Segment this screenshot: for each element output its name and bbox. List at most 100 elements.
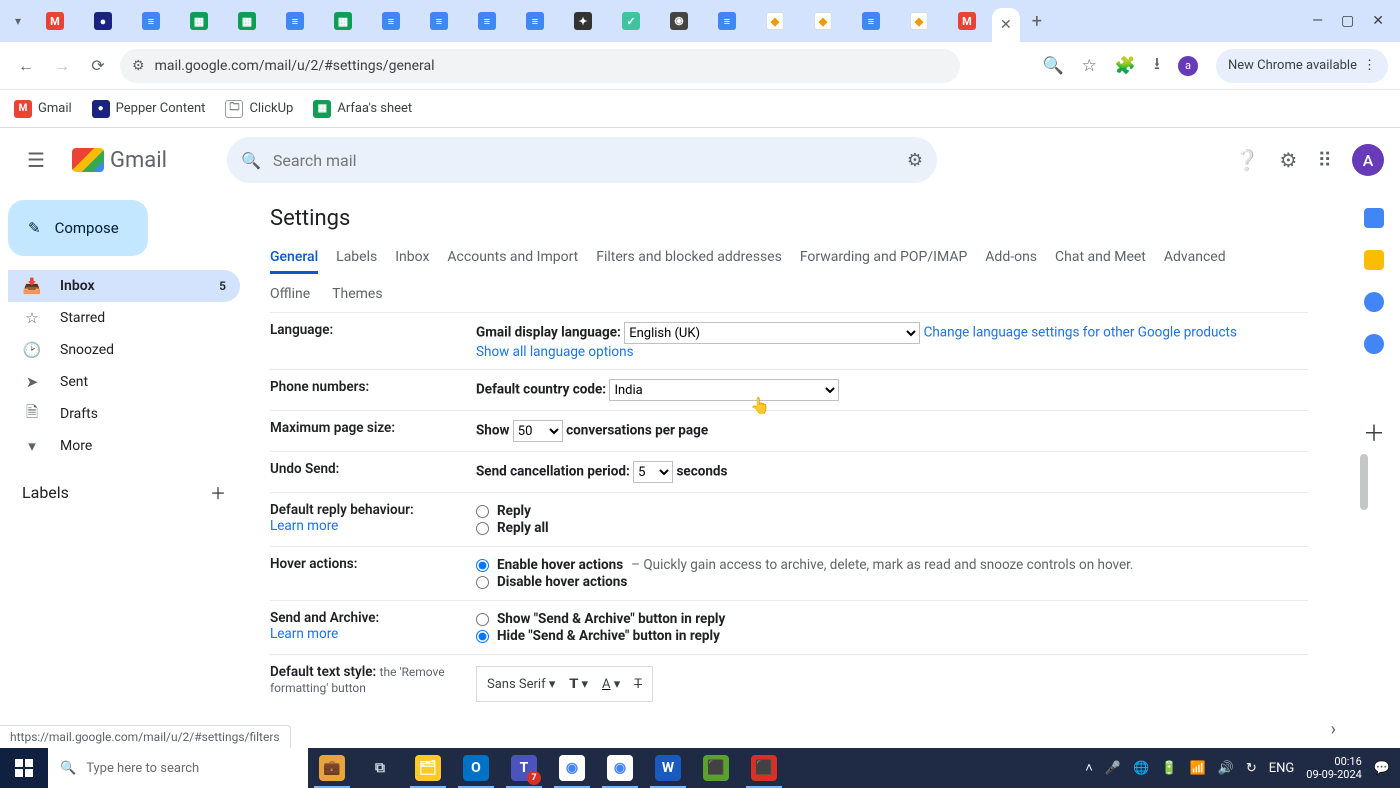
- tab-favicon-sheets[interactable]: ▦: [238, 12, 256, 30]
- account-avatar[interactable]: A: [1352, 144, 1384, 176]
- zoom-icon[interactable]: 🔍: [1042, 56, 1063, 76]
- sidebar-item-starred[interactable]: ☆Starred: [8, 302, 240, 334]
- language-select[interactable]: English (UK): [624, 322, 920, 344]
- scrollbar-thumb[interactable]: [1360, 454, 1368, 510]
- font-color-dropdown[interactable]: A ▾: [602, 677, 620, 692]
- reload-button[interactable]: ⟳: [84, 56, 112, 75]
- taskbar-search[interactable]: 🔍 Type here to search: [48, 748, 308, 788]
- font-size-dropdown[interactable]: 𝗧 ▾: [569, 677, 588, 692]
- bookmark-star-icon[interactable]: ☆: [1082, 56, 1097, 76]
- reply-all-radio[interactable]: [476, 522, 489, 535]
- maximize-button[interactable]: ▢: [1341, 13, 1354, 29]
- tab-favicon[interactable]: ◆: [766, 12, 784, 30]
- sidebar-item-drafts[interactable]: 🗎Drafts: [8, 398, 240, 430]
- tab-advanced[interactable]: Advanced: [1164, 243, 1226, 274]
- address-bar[interactable]: ⚙ mail.google.com/mail/u/2/#settings/gen…: [120, 49, 960, 83]
- language-indicator[interactable]: ENG: [1269, 761, 1295, 776]
- tab-accounts-and-import[interactable]: Accounts and Import: [447, 243, 578, 274]
- battery-icon[interactable]: 🔋: [1161, 761, 1177, 776]
- hide-send-archive-radio[interactable]: [476, 630, 489, 643]
- support-icon[interactable]: ❔: [1235, 148, 1260, 172]
- taskbar-app-chrome-2[interactable]: ◉: [596, 748, 644, 788]
- forward-button[interactable]: →: [48, 56, 76, 76]
- calendar-icon[interactable]: [1364, 208, 1384, 228]
- globe-icon[interactable]: 🌐: [1133, 761, 1149, 776]
- undo-select[interactable]: 5: [633, 461, 673, 483]
- notifications-icon[interactable]: 💬: [1374, 761, 1390, 776]
- tab-favicon-docs[interactable]: ≡: [526, 12, 544, 30]
- tab-filters-and-blocked-addresses[interactable]: Filters and blocked addresses: [596, 243, 782, 274]
- sidepanel-collapse-icon[interactable]: ›: [1331, 719, 1336, 740]
- site-info-icon[interactable]: ⚙: [132, 58, 145, 74]
- search-bar[interactable]: 🔍 ⚙: [227, 137, 937, 183]
- tab-favicon-gmail[interactable]: M: [46, 12, 64, 30]
- tab-favicon[interactable]: ◆: [910, 12, 928, 30]
- sidebar-item-more[interactable]: ▾More: [8, 430, 240, 462]
- volume-icon[interactable]: 🔊: [1218, 761, 1234, 776]
- disable-hover-radio[interactable]: [476, 576, 489, 589]
- bookmark-pepper[interactable]: ● Pepper Content: [92, 100, 206, 118]
- tab-add-ons[interactable]: Add-ons: [985, 243, 1037, 274]
- close-tab-icon[interactable]: ✕: [1000, 17, 1012, 33]
- tray-overflow-icon[interactable]: ˄: [1085, 760, 1093, 776]
- back-button[interactable]: ←: [12, 56, 40, 76]
- microphone-icon[interactable]: 🎤: [1105, 761, 1121, 776]
- add-addon-icon[interactable]: ＋: [1363, 416, 1385, 448]
- tab-favicon-openai[interactable]: ֍: [670, 12, 688, 30]
- tab-favicon[interactable]: ●: [94, 12, 112, 30]
- tab-favicon-gmail[interactable]: M: [958, 12, 976, 30]
- tab-favicon-docs[interactable]: ≡: [382, 12, 400, 30]
- bookmark-sheet[interactable]: ▦ Arfaa's sheet: [313, 100, 412, 118]
- show-all-languages-link[interactable]: Show all language options: [476, 344, 634, 360]
- active-tab[interactable]: ✕: [992, 8, 1020, 42]
- learn-more-link[interactable]: Learn more: [270, 626, 476, 642]
- search-options-icon[interactable]: ⚙: [907, 150, 923, 171]
- tab-favicon-sheets[interactable]: ▦: [334, 12, 352, 30]
- taskbar-app-explorer[interactable]: 💼: [308, 748, 356, 788]
- chrome-update-pill[interactable]: New Chrome available ⋮: [1216, 49, 1388, 83]
- contacts-icon[interactable]: [1364, 334, 1384, 354]
- reply-radio[interactable]: [476, 505, 489, 518]
- tab-themes[interactable]: Themes: [332, 280, 382, 308]
- keep-icon[interactable]: [1364, 250, 1384, 270]
- downloads-icon[interactable]: ⭳: [1154, 51, 1160, 80]
- tab-favicon-docs[interactable]: ≡: [718, 12, 736, 30]
- learn-more-link[interactable]: Learn more: [270, 518, 476, 534]
- taskbar-app-recorder[interactable]: ⬛: [740, 748, 788, 788]
- tab-overflow-caret[interactable]: ▾: [6, 14, 30, 28]
- search-input[interactable]: [273, 151, 895, 170]
- sidebar-item-inbox[interactable]: 📥Inbox5: [8, 270, 240, 302]
- hamburger-menu-icon[interactable]: ☰: [16, 148, 56, 172]
- tab-favicon[interactable]: ✓: [622, 12, 640, 30]
- taskbar-clock[interactable]: 00:16 09-09-2024: [1306, 755, 1362, 781]
- tab-favicon-sheets[interactable]: ▦: [190, 12, 208, 30]
- chrome-profile-avatar[interactable]: a: [1178, 56, 1198, 76]
- taskbar-app-chrome[interactable]: ◉: [548, 748, 596, 788]
- wifi-icon[interactable]: 📶: [1189, 761, 1205, 776]
- sync-icon[interactable]: ↻: [1246, 761, 1257, 776]
- bookmark-gmail[interactable]: M Gmail: [14, 100, 72, 118]
- taskbar-app-outlook[interactable]: O: [452, 748, 500, 788]
- tab-offline[interactable]: Offline: [270, 280, 310, 308]
- enable-hover-radio[interactable]: [476, 559, 489, 572]
- settings-gear-icon[interactable]: ⚙: [1279, 148, 1297, 172]
- compose-button[interactable]: ✎ Compose: [8, 200, 148, 256]
- add-label-icon[interactable]: ＋: [210, 480, 226, 504]
- tab-favicon-docs[interactable]: ≡: [478, 12, 496, 30]
- tab-labels[interactable]: Labels: [336, 243, 377, 274]
- tab-favicon-docs[interactable]: ≡: [430, 12, 448, 30]
- tab-forwarding-and-pop-imap[interactable]: Forwarding and POP/IMAP: [800, 243, 967, 274]
- taskbar-app-word[interactable]: W: [644, 748, 692, 788]
- minimize-button[interactable]: —: [1312, 13, 1323, 29]
- tab-favicon[interactable]: ✦: [574, 12, 592, 30]
- extensions-icon[interactable]: 🧩: [1115, 56, 1136, 76]
- tab-inbox[interactable]: Inbox: [395, 243, 429, 274]
- taskbar-app-teams[interactable]: T7: [500, 748, 548, 788]
- close-window-button[interactable]: ✕: [1372, 13, 1384, 29]
- google-apps-icon[interactable]: ⠿: [1317, 148, 1332, 172]
- bookmark-clickup[interactable]: 🗀 ClickUp: [225, 100, 293, 118]
- tab-general[interactable]: General: [270, 243, 318, 274]
- tab-favicon-docs[interactable]: ≡: [286, 12, 304, 30]
- kebab-menu-icon[interactable]: ⋮: [1363, 58, 1376, 73]
- page-size-select[interactable]: 50: [513, 420, 563, 442]
